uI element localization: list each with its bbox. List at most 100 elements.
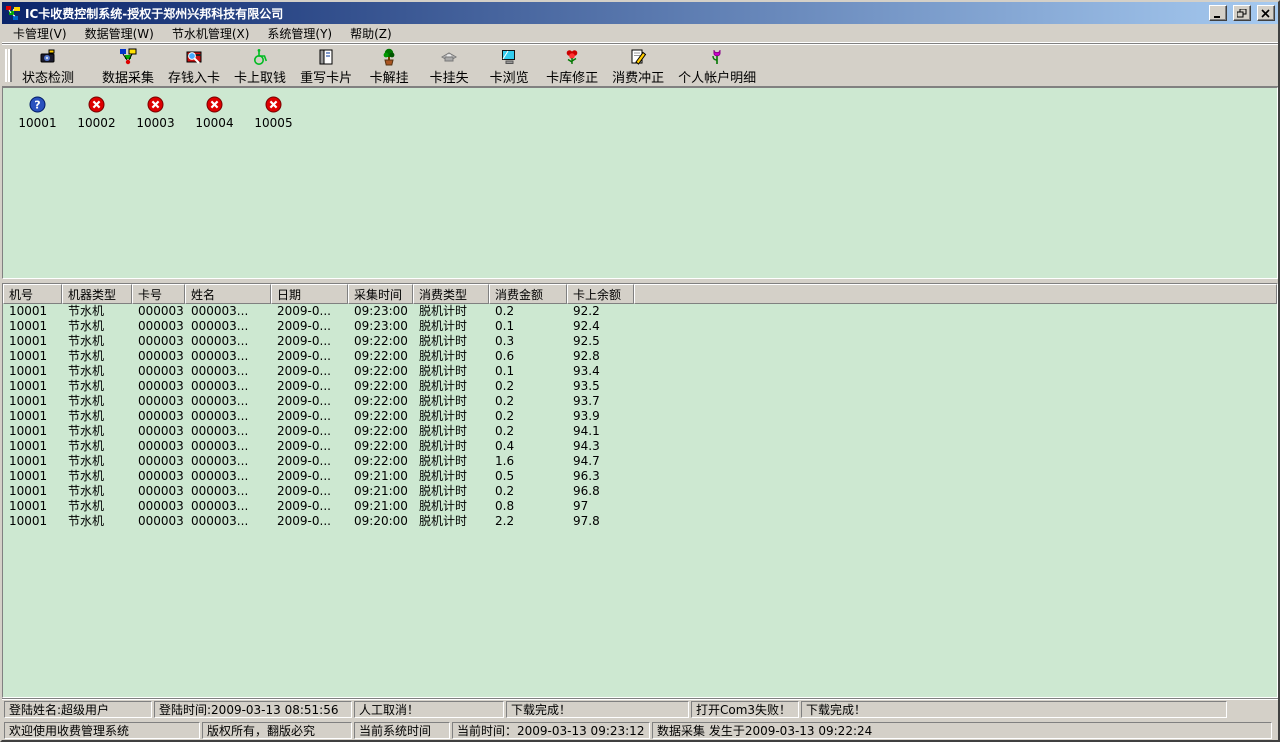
table-cell: 节水机 (62, 424, 132, 439)
table-cell: 脱机计时 (413, 409, 489, 424)
table-cell: 09:22:00 (348, 409, 413, 424)
table-cell: 93.9 (567, 409, 634, 424)
table-cell: 脱机计时 (413, 304, 489, 319)
column-header-3[interactable]: 卡号 (132, 284, 185, 304)
toolbar-button-9[interactable]: 卡库修正 (539, 46, 605, 85)
toolbar-button-label: 重写卡片 (300, 67, 352, 86)
table-row[interactable]: 10001节水机000003000003...2009-0...09:22:00… (3, 454, 1277, 469)
column-header-5[interactable]: 日期 (271, 284, 348, 304)
column-header-2[interactable]: 机器类型 (62, 284, 132, 304)
error-status-icon (265, 96, 282, 113)
column-header-4[interactable]: 姓名 (185, 284, 271, 304)
status-bar-2: 欢迎使用收费管理系统版权所有，翻版必究当前系统时间当前时间：2009-03-13… (2, 719, 1278, 740)
table-cell: 0.4 (489, 439, 567, 454)
column-header-filler (634, 284, 1277, 304)
toolbar-button-10[interactable]: 消费冲正 (605, 46, 671, 85)
device-item-10005[interactable]: 10005 (251, 96, 296, 130)
table-header-row: 机号机器类型卡号姓名日期采集时间消费类型消费金额卡上余额 (3, 284, 1277, 304)
toolbar-button-label: 消费冲正 (612, 67, 664, 86)
table-cell: 09:23:00 (348, 319, 413, 334)
table-row[interactable]: 10001节水机000003000003...2009-0...09:20:00… (3, 514, 1277, 529)
table-cell: 09:21:00 (348, 499, 413, 514)
table-cell: 92.4 (567, 319, 634, 334)
column-header-6[interactable]: 采集时间 (348, 284, 413, 304)
menu-item-2[interactable]: 数据管理(W) (76, 23, 163, 44)
minimize-button[interactable] (1209, 5, 1227, 21)
table-row[interactable]: 10001节水机000003000003...2009-0...09:22:00… (3, 439, 1277, 454)
column-header-8[interactable]: 消费金额 (489, 284, 567, 304)
table-cell: 0.3 (489, 334, 567, 349)
document-pen-icon (629, 48, 647, 66)
title-bar: IC卡收费控制系统-授权于郑州兴邦科技有限公司 (2, 2, 1278, 24)
toolbar-button-11[interactable]: 个人帐户明细 (671, 46, 763, 85)
toolbar-button-3[interactable]: 存钱入卡 (161, 46, 227, 85)
table-cell: 10001 (3, 439, 62, 454)
table-cell: 2009-0... (271, 304, 348, 319)
toolbar-button-6[interactable]: 卡解挂 (359, 46, 419, 85)
toolbar-grip[interactable] (5, 49, 12, 82)
table-cell: 10001 (3, 409, 62, 424)
table-row[interactable]: 10001节水机000003000003...2009-0...09:22:00… (3, 394, 1277, 409)
table-cell: 0.2 (489, 409, 567, 424)
device-item-10004[interactable]: 10004 (192, 96, 237, 130)
table-cell: 000003 (132, 424, 185, 439)
toolbar-button-7[interactable]: 卡挂失 (419, 46, 479, 85)
table-cell: 脱机计时 (413, 439, 489, 454)
table-cell: 2009-0... (271, 349, 348, 364)
column-header-1[interactable]: 机号 (3, 284, 62, 304)
toolbar-button-2[interactable]: 数据采集 (95, 46, 161, 85)
close-button[interactable] (1257, 5, 1275, 21)
table-row[interactable]: 10001节水机000003000003...2009-0...09:22:00… (3, 424, 1277, 439)
table-row[interactable]: 10001节水机000003000003...2009-0...09:22:00… (3, 379, 1277, 394)
status1-panel-1: 登陆姓名:超级用户 (4, 701, 152, 718)
table-cell: 节水机 (62, 379, 132, 394)
device-item-10002[interactable]: 10002 (74, 96, 119, 130)
table-cell: 96.3 (567, 469, 634, 484)
error-status-icon (206, 96, 223, 113)
device-item-10003[interactable]: 10003 (133, 96, 178, 130)
column-header-9[interactable]: 卡上余额 (567, 284, 634, 304)
table-row[interactable]: 10001节水机000003000003...2009-0...09:21:00… (3, 484, 1277, 499)
table-row[interactable]: 10001节水机000003000003...2009-0...09:21:00… (3, 499, 1277, 514)
table-cell: 2009-0... (271, 319, 348, 334)
table-cell: 脱机计时 (413, 394, 489, 409)
toolbar-button-1[interactable]: 状态检测 (15, 46, 81, 85)
table-row[interactable]: 10001节水机000003000003...2009-0...09:22:00… (3, 364, 1277, 379)
toolbar-button-4[interactable]: 卡上取钱 (227, 46, 293, 85)
status2-panel-3: 当前系统时间 (354, 722, 450, 739)
table-row[interactable]: 10001节水机000003000003...2009-0...09:22:00… (3, 334, 1277, 349)
app-icon (5, 5, 21, 21)
menu-item-1[interactable]: 卡管理(V) (4, 23, 76, 44)
menu-item-4[interactable]: 系统管理(Y) (258, 23, 341, 44)
toolbar-button-label: 存钱入卡 (168, 67, 220, 86)
menu-item-5[interactable]: 帮助(Z) (341, 23, 401, 44)
restore-button[interactable] (1233, 5, 1251, 21)
table-cell: 节水机 (62, 334, 132, 349)
table-cell: 09:22:00 (348, 334, 413, 349)
window-title: IC卡收费控制系统-授权于郑州兴邦科技有限公司 (25, 5, 1203, 22)
table-cell: 000003... (185, 364, 271, 379)
table-cell: 2009-0... (271, 364, 348, 379)
toolbar-button-5[interactable]: 重写卡片 (293, 46, 359, 85)
device-item-10001[interactable]: ?10001 (15, 96, 60, 130)
toolbar-button-8[interactable]: 卡浏览 (479, 46, 539, 85)
table-cell: 1.6 (489, 454, 567, 469)
table-cell: 2009-0... (271, 394, 348, 409)
device-status-panel: ?10001 10002 10003 10004 10005 (2, 87, 1278, 279)
table-cell: 10001 (3, 454, 62, 469)
table-cell: 10001 (3, 379, 62, 394)
table-cell: 000003... (185, 349, 271, 364)
menu-item-3[interactable]: 节水机管理(X) (163, 23, 259, 44)
table-cell: 脱机计时 (413, 499, 489, 514)
table-row[interactable]: 10001节水机000003000003...2009-0...09:23:00… (3, 304, 1277, 319)
table-cell: 脱机计时 (413, 364, 489, 379)
toolbar-button-label: 卡挂失 (430, 67, 469, 86)
table-row[interactable]: 10001节水机000003000003...2009-0...09:22:00… (3, 409, 1277, 424)
table-row[interactable]: 10001节水机000003000003...2009-0...09:22:00… (3, 349, 1277, 364)
column-header-7[interactable]: 消费类型 (413, 284, 489, 304)
table-cell: 92.5 (567, 334, 634, 349)
table-row[interactable]: 10001节水机000003000003...2009-0...09:21:00… (3, 469, 1277, 484)
table-cell: 000003 (132, 394, 185, 409)
table-cell: 10001 (3, 349, 62, 364)
table-row[interactable]: 10001节水机000003000003...2009-0...09:23:00… (3, 319, 1277, 334)
